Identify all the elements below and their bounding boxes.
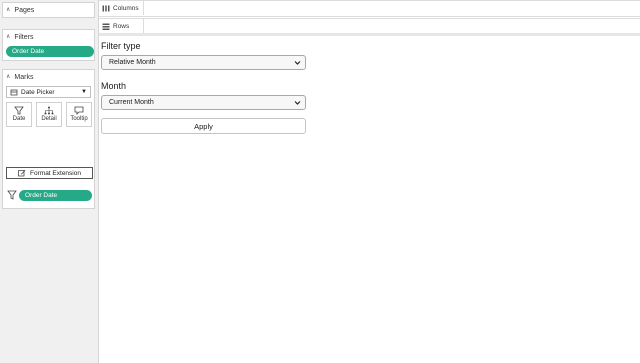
columns-label: Columns <box>113 4 139 12</box>
chevron-down-icon <box>294 61 301 65</box>
rows-label: Rows <box>113 22 130 30</box>
marks-card: ∧ Marks Date Picker ▼ Date Detail Toolti… <box>2 69 95 209</box>
filter-type-label: Filter type <box>101 41 141 51</box>
filters-card: ∧ Filters Order Date <box>2 29 95 61</box>
marks-pill-order-date[interactable]: Order Date <box>19 190 92 201</box>
speech-bubble-icon <box>74 106 84 115</box>
filter-pill-order-date[interactable]: Order Date <box>6 46 94 57</box>
caret-up-icon[interactable]: ∧ <box>6 6 10 13</box>
columns-shelf-label: Columns <box>99 1 144 15</box>
apply-button[interactable]: Apply <box>101 118 306 134</box>
pages-header[interactable]: ∧ Pages <box>3 3 94 17</box>
filter-funnel-icon <box>14 106 24 115</box>
mark-detail-button[interactable]: Detail <box>36 102 62 127</box>
mark-type-dropdown[interactable]: Date Picker ▼ <box>6 86 91 98</box>
columns-icon <box>102 5 110 11</box>
pages-title: Pages <box>14 6 35 14</box>
mark-detail-label: Detail <box>41 116 57 122</box>
format-extension-button[interactable]: Format Extension <box>6 167 93 179</box>
columns-shelf[interactable]: Columns <box>99 0 640 17</box>
rows-icon <box>102 23 110 30</box>
viz-area: Filter type Relative Month Month Current… <box>101 38 307 134</box>
pages-card: ∧ Pages <box>2 2 95 18</box>
mark-date-label: Date <box>12 116 26 122</box>
filter-type-value: Relative Month <box>109 59 156 66</box>
funnel-icon <box>7 190 17 200</box>
filters-header[interactable]: ∧ Filters <box>3 30 94 44</box>
marks-title: Marks <box>14 73 34 81</box>
left-pane: ∧ Pages ∧ Filters Order Date ∧ Marks Dat… <box>0 0 99 363</box>
mark-tooltip-button[interactable]: Tooltip <box>66 102 92 127</box>
format-extension-label: Format Extension <box>30 169 81 177</box>
marks-header[interactable]: ∧ Marks <box>3 70 94 84</box>
month-value: Current Month <box>109 99 154 106</box>
filter-type-select[interactable]: Relative Month <box>101 55 306 70</box>
rows-shelf-label: Rows <box>99 19 144 33</box>
month-label: Month <box>101 81 127 91</box>
chevron-down-icon <box>294 101 301 105</box>
chevron-down-icon: ▼ <box>81 89 87 95</box>
month-select[interactable]: Current Month <box>101 95 306 110</box>
detail-tree-icon <box>44 106 54 115</box>
mark-date-button[interactable]: Date <box>6 102 32 127</box>
filters-title: Filters <box>14 33 34 41</box>
shelf-divider <box>99 33 640 36</box>
mark-type-value: Date Picker <box>21 88 55 96</box>
date-picker-icon <box>10 89 18 95</box>
edit-pencil-icon <box>18 170 26 177</box>
mark-tooltip-label: Tooltip <box>70 116 88 122</box>
app-window: ∧ Pages ∧ Filters Order Date ∧ Marks Dat… <box>0 0 640 363</box>
caret-up-icon[interactable]: ∧ <box>6 33 10 40</box>
caret-up-icon[interactable]: ∧ <box>6 73 10 80</box>
